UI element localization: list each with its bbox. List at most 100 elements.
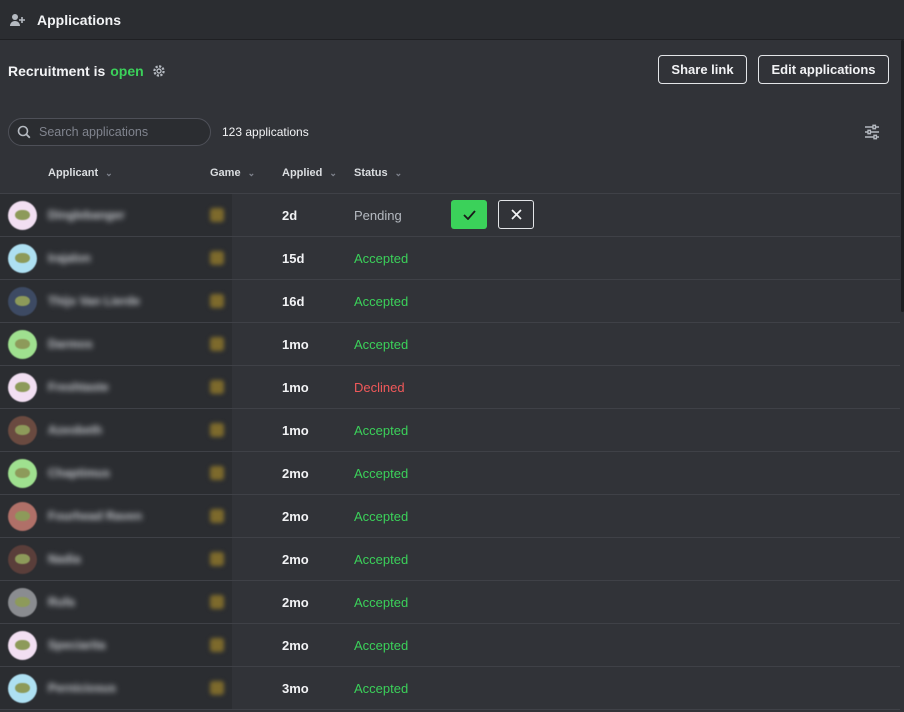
- game-icon: [210, 337, 224, 351]
- add-user-icon: [10, 11, 28, 29]
- table-row[interactable]: Dinglebanger 2d Pending: [0, 194, 900, 237]
- status-badge: Accepted: [354, 294, 409, 309]
- accept-button[interactable]: [451, 200, 487, 229]
- table-row[interactable]: Azeobeth 1mo Accepted: [0, 409, 900, 452]
- column-label: Game: [210, 167, 241, 179]
- column-header-status[interactable]: Status ⌄: [354, 167, 402, 179]
- filter-sliders-icon[interactable]: [864, 124, 880, 140]
- application-count: 123 applications: [222, 125, 309, 139]
- decline-button[interactable]: [498, 200, 534, 229]
- applicant-name[interactable]: Nadia: [48, 552, 81, 566]
- column-header-game[interactable]: Game ⌄: [210, 167, 255, 179]
- column-header-applied[interactable]: Applied ⌄: [282, 167, 337, 179]
- avatar: [8, 330, 37, 359]
- avatar: [8, 373, 37, 402]
- applied-time: 2mo: [282, 595, 309, 610]
- avatar: [8, 416, 37, 445]
- applied-time: 1mo: [282, 337, 309, 352]
- status-badge: Accepted: [354, 423, 409, 438]
- status-badge: Declined: [354, 380, 405, 395]
- avatar: [8, 631, 37, 660]
- applied-time: 15d: [282, 251, 305, 266]
- column-label: Applied: [282, 167, 323, 179]
- applied-time: 1mo: [282, 423, 309, 438]
- recruitment-label: Recruitment is: [8, 63, 106, 79]
- applicant-name[interactable]: Freshtaste: [48, 380, 109, 394]
- applicant-name[interactable]: Thijs Van Lierde: [48, 294, 140, 308]
- table-row[interactable]: Thijs Van Lierde 16d Accepted: [0, 280, 900, 323]
- applicant-name[interactable]: Chaptimus: [48, 466, 110, 480]
- status-badge: Accepted: [354, 638, 409, 653]
- applicant-name[interactable]: Perniciosus: [48, 681, 116, 695]
- column-header-applicant[interactable]: Applicant ⌄: [48, 167, 113, 179]
- check-icon: [462, 209, 476, 220]
- table-row[interactable]: Nadia 2mo Accepted: [0, 538, 900, 581]
- avatar: [8, 201, 37, 230]
- game-icon: [210, 208, 224, 222]
- status-badge: Accepted: [354, 509, 409, 524]
- applicant-name[interactable]: Darmos: [48, 337, 93, 351]
- table-row[interactable]: Freshtaste 1mo Declined: [0, 366, 900, 409]
- recruitment-state: open: [110, 63, 144, 79]
- applied-time: 2mo: [282, 552, 309, 567]
- table-row[interactable]: Perniciosus 3mo Accepted: [0, 667, 900, 710]
- avatar: [8, 502, 37, 531]
- applied-time: 3mo: [282, 681, 309, 696]
- search-icon: [17, 125, 31, 139]
- table-row[interactable]: Rufa 2mo Accepted: [0, 581, 900, 624]
- status-badge: Pending: [354, 208, 402, 223]
- applied-time: 2mo: [282, 509, 309, 524]
- status-badge: Accepted: [354, 337, 409, 352]
- table-row[interactable]: Speciarita 2mo Accepted: [0, 624, 900, 667]
- title-bar: Applications: [0, 0, 904, 40]
- status-badge: Accepted: [354, 251, 409, 266]
- applied-time: 16d: [282, 294, 305, 309]
- game-icon: [210, 251, 224, 265]
- table-row[interactable]: Irajalon 15d Accepted: [0, 237, 900, 280]
- chevron-down-icon: ⌄: [394, 167, 403, 178]
- avatar: [8, 674, 37, 703]
- applied-time: 1mo: [282, 380, 309, 395]
- table-row[interactable]: Fourhead Raven 2mo Accepted: [0, 495, 900, 538]
- applicant-name[interactable]: Irajalon: [48, 251, 91, 265]
- applicant-name[interactable]: Fourhead Raven: [48, 509, 142, 523]
- game-icon: [210, 423, 224, 437]
- applied-time: 2d: [282, 208, 298, 223]
- recruitment-status: Recruitment is open: [8, 62, 166, 80]
- applicant-name[interactable]: Azeobeth: [48, 423, 102, 437]
- table-row[interactable]: Chaptimus 2mo Accepted: [0, 452, 900, 495]
- status-badge: Accepted: [354, 552, 409, 567]
- game-icon: [210, 595, 224, 609]
- column-label: Applicant: [48, 167, 99, 179]
- gear-icon[interactable]: [152, 64, 166, 78]
- applied-time: 2mo: [282, 466, 309, 481]
- avatar: [8, 459, 37, 488]
- game-icon: [210, 380, 224, 394]
- applications-table: Dinglebanger 2d Pending Irajalon 15d Accepted…: [0, 194, 900, 710]
- avatar: [8, 545, 37, 574]
- avatar: [8, 287, 37, 316]
- game-icon: [210, 509, 224, 523]
- applicant-name[interactable]: Dinglebanger: [48, 208, 125, 222]
- chevron-down-icon: ⌄: [247, 167, 256, 178]
- close-icon: [510, 209, 522, 220]
- chevron-down-icon: ⌄: [105, 167, 113, 178]
- applicant-name[interactable]: Rufa: [48, 595, 75, 609]
- status-badge: Accepted: [354, 466, 409, 481]
- applicant-name[interactable]: Speciarita: [48, 638, 105, 652]
- status-badge: Accepted: [354, 595, 409, 610]
- game-icon: [210, 294, 224, 308]
- status-badge: Accepted: [354, 681, 409, 696]
- column-label: Status: [354, 167, 388, 179]
- page-title: Applications: [37, 11, 122, 28]
- edit-applications-button[interactable]: Edit applications: [758, 55, 889, 84]
- avatar: [8, 588, 37, 617]
- avatar: [8, 244, 37, 273]
- search-input[interactable]: Search applications: [8, 118, 211, 146]
- game-icon: [210, 638, 224, 652]
- table-row[interactable]: Darmos 1mo Accepted: [0, 323, 900, 366]
- game-icon: [210, 552, 224, 566]
- applied-time: 2mo: [282, 638, 309, 653]
- share-link-button[interactable]: Share link: [658, 55, 747, 84]
- chevron-down-icon: ⌄: [329, 167, 337, 178]
